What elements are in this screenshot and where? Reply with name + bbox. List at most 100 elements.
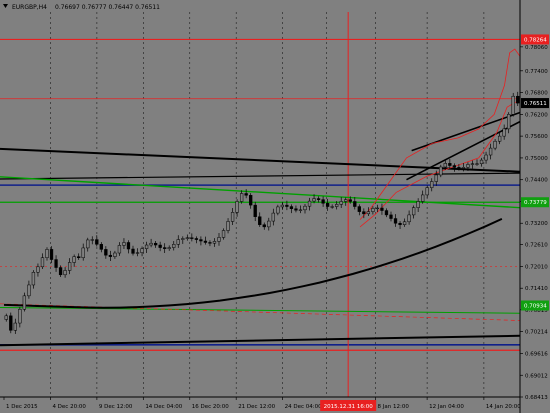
candle-body: [203, 240, 208, 243]
candle-body: [502, 128, 506, 137]
price-tick-label: 0.78060: [525, 45, 548, 51]
candle-body: [86, 239, 90, 249]
candle-body: [430, 181, 434, 188]
candle-body: [280, 204, 285, 208]
price-tick-label: 0.77400: [525, 69, 548, 75]
candle-body: [72, 256, 76, 263]
price-chart[interactable]: 0.78060 0.77400 0.76800 0.76200 0.75600 0.750…: [0, 0, 550, 413]
candle-body: [208, 242, 212, 244]
candle-body: [135, 252, 140, 254]
candle-body: [226, 221, 230, 231]
candle-body: [158, 244, 162, 248]
candle-body: [393, 218, 398, 224]
candle-body: [163, 247, 167, 249]
candle-body: [484, 154, 488, 161]
candle-body: [217, 237, 221, 242]
candle-body: [108, 254, 113, 257]
candle-body: [122, 242, 126, 246]
crosshair-label: 2015.12.31 16:00: [324, 404, 374, 410]
candle-body: [167, 247, 171, 249]
candle-body: [244, 193, 248, 196]
candle-body: [267, 220, 271, 228]
ohlc-values: 0.76697 0.76777 0.76447 0.76511: [55, 4, 160, 11]
candle-body: [448, 163, 452, 166]
candle-body: [307, 200, 312, 207]
candle-body: [77, 256, 81, 258]
candle-body: [312, 198, 316, 202]
time-tick-label: 9 Dec 12:00: [99, 404, 133, 410]
candle-body: [330, 206, 334, 208]
price-label-green: 0.73779: [524, 200, 547, 206]
candle-body: [497, 135, 502, 142]
candle-body: [303, 205, 307, 211]
price-tick-label: 0.72010: [525, 264, 548, 270]
candle-body: [511, 95, 515, 115]
candle-body: [298, 209, 303, 211]
candle-body: [81, 247, 85, 258]
candle-body: [416, 201, 420, 208]
price-tick-label: 0.74400: [525, 178, 548, 184]
candle-body: [371, 208, 375, 212]
candle-body: [402, 221, 407, 225]
candle-body: [239, 193, 244, 202]
candle-body: [126, 242, 131, 250]
candle-body: [199, 239, 203, 242]
candle-body: [22, 295, 27, 310]
candle-body: [90, 239, 94, 241]
candle-body: [411, 207, 416, 216]
candle-body: [380, 207, 384, 211]
price-tick-label: 0.73200: [525, 221, 548, 227]
candle-body: [185, 237, 189, 239]
price-label-red: 0.78264: [524, 37, 547, 43]
candle-body: [235, 201, 239, 213]
candle-body: [40, 257, 45, 268]
candle-body: [366, 211, 371, 215]
symbol-header: EURGBP,H4: [12, 4, 47, 11]
time-tick-label: 4 Dec 20:00: [52, 404, 86, 410]
candle-body: [421, 194, 425, 202]
candle-body: [443, 163, 447, 168]
chart-window[interactable]: 0.78060 0.77400 0.76800 0.76200 0.75600 0.750…: [0, 0, 550, 413]
candle-body: [27, 284, 31, 297]
candle-body: [325, 203, 330, 207]
candle-body: [316, 198, 321, 200]
candle-body: [276, 206, 280, 214]
candle-body: [434, 174, 438, 182]
candle-body: [258, 216, 262, 225]
time-tick-label: 8 Jan 12:00: [378, 404, 410, 410]
candle-body: [362, 211, 366, 215]
price-tick-label: 0.70214: [525, 330, 548, 336]
candle-body: [294, 208, 298, 211]
candle-body: [479, 159, 484, 164]
price-tick-label: 0.68413: [525, 395, 548, 401]
chart-background: [0, 0, 550, 413]
time-tick-label: 16 Dec 20:00: [192, 404, 229, 410]
price-tick-label: 0.75000: [525, 156, 548, 162]
candle-body: [321, 199, 325, 204]
price-tick-label: 0.75600: [525, 134, 548, 140]
candle-body: [117, 245, 122, 254]
candle-body: [439, 166, 443, 176]
time-tick-label: 1 Dec 2015: [6, 404, 38, 410]
candle-body: [36, 266, 40, 273]
candle-body: [461, 167, 466, 169]
candle-body: [221, 230, 226, 238]
candle-body: [9, 315, 13, 331]
candle-body: [104, 249, 108, 256]
candle-body: [507, 114, 511, 130]
price-label-green: 0.70934: [524, 303, 547, 309]
candle-body: [172, 244, 176, 248]
candle-body: [113, 252, 117, 257]
price-tick-label: 0.69012: [525, 373, 548, 379]
candle-body: [488, 147, 493, 156]
candle-body: [49, 249, 54, 260]
candle-body: [262, 224, 266, 228]
candle-body: [466, 164, 470, 168]
candle-body: [344, 199, 348, 202]
candle-body: [212, 241, 217, 244]
candle-body: [271, 212, 275, 222]
price-tick-label: 0.72610: [525, 243, 548, 249]
candle-body: [230, 212, 235, 222]
candle-body: [18, 309, 22, 324]
candle-body: [95, 239, 99, 245]
